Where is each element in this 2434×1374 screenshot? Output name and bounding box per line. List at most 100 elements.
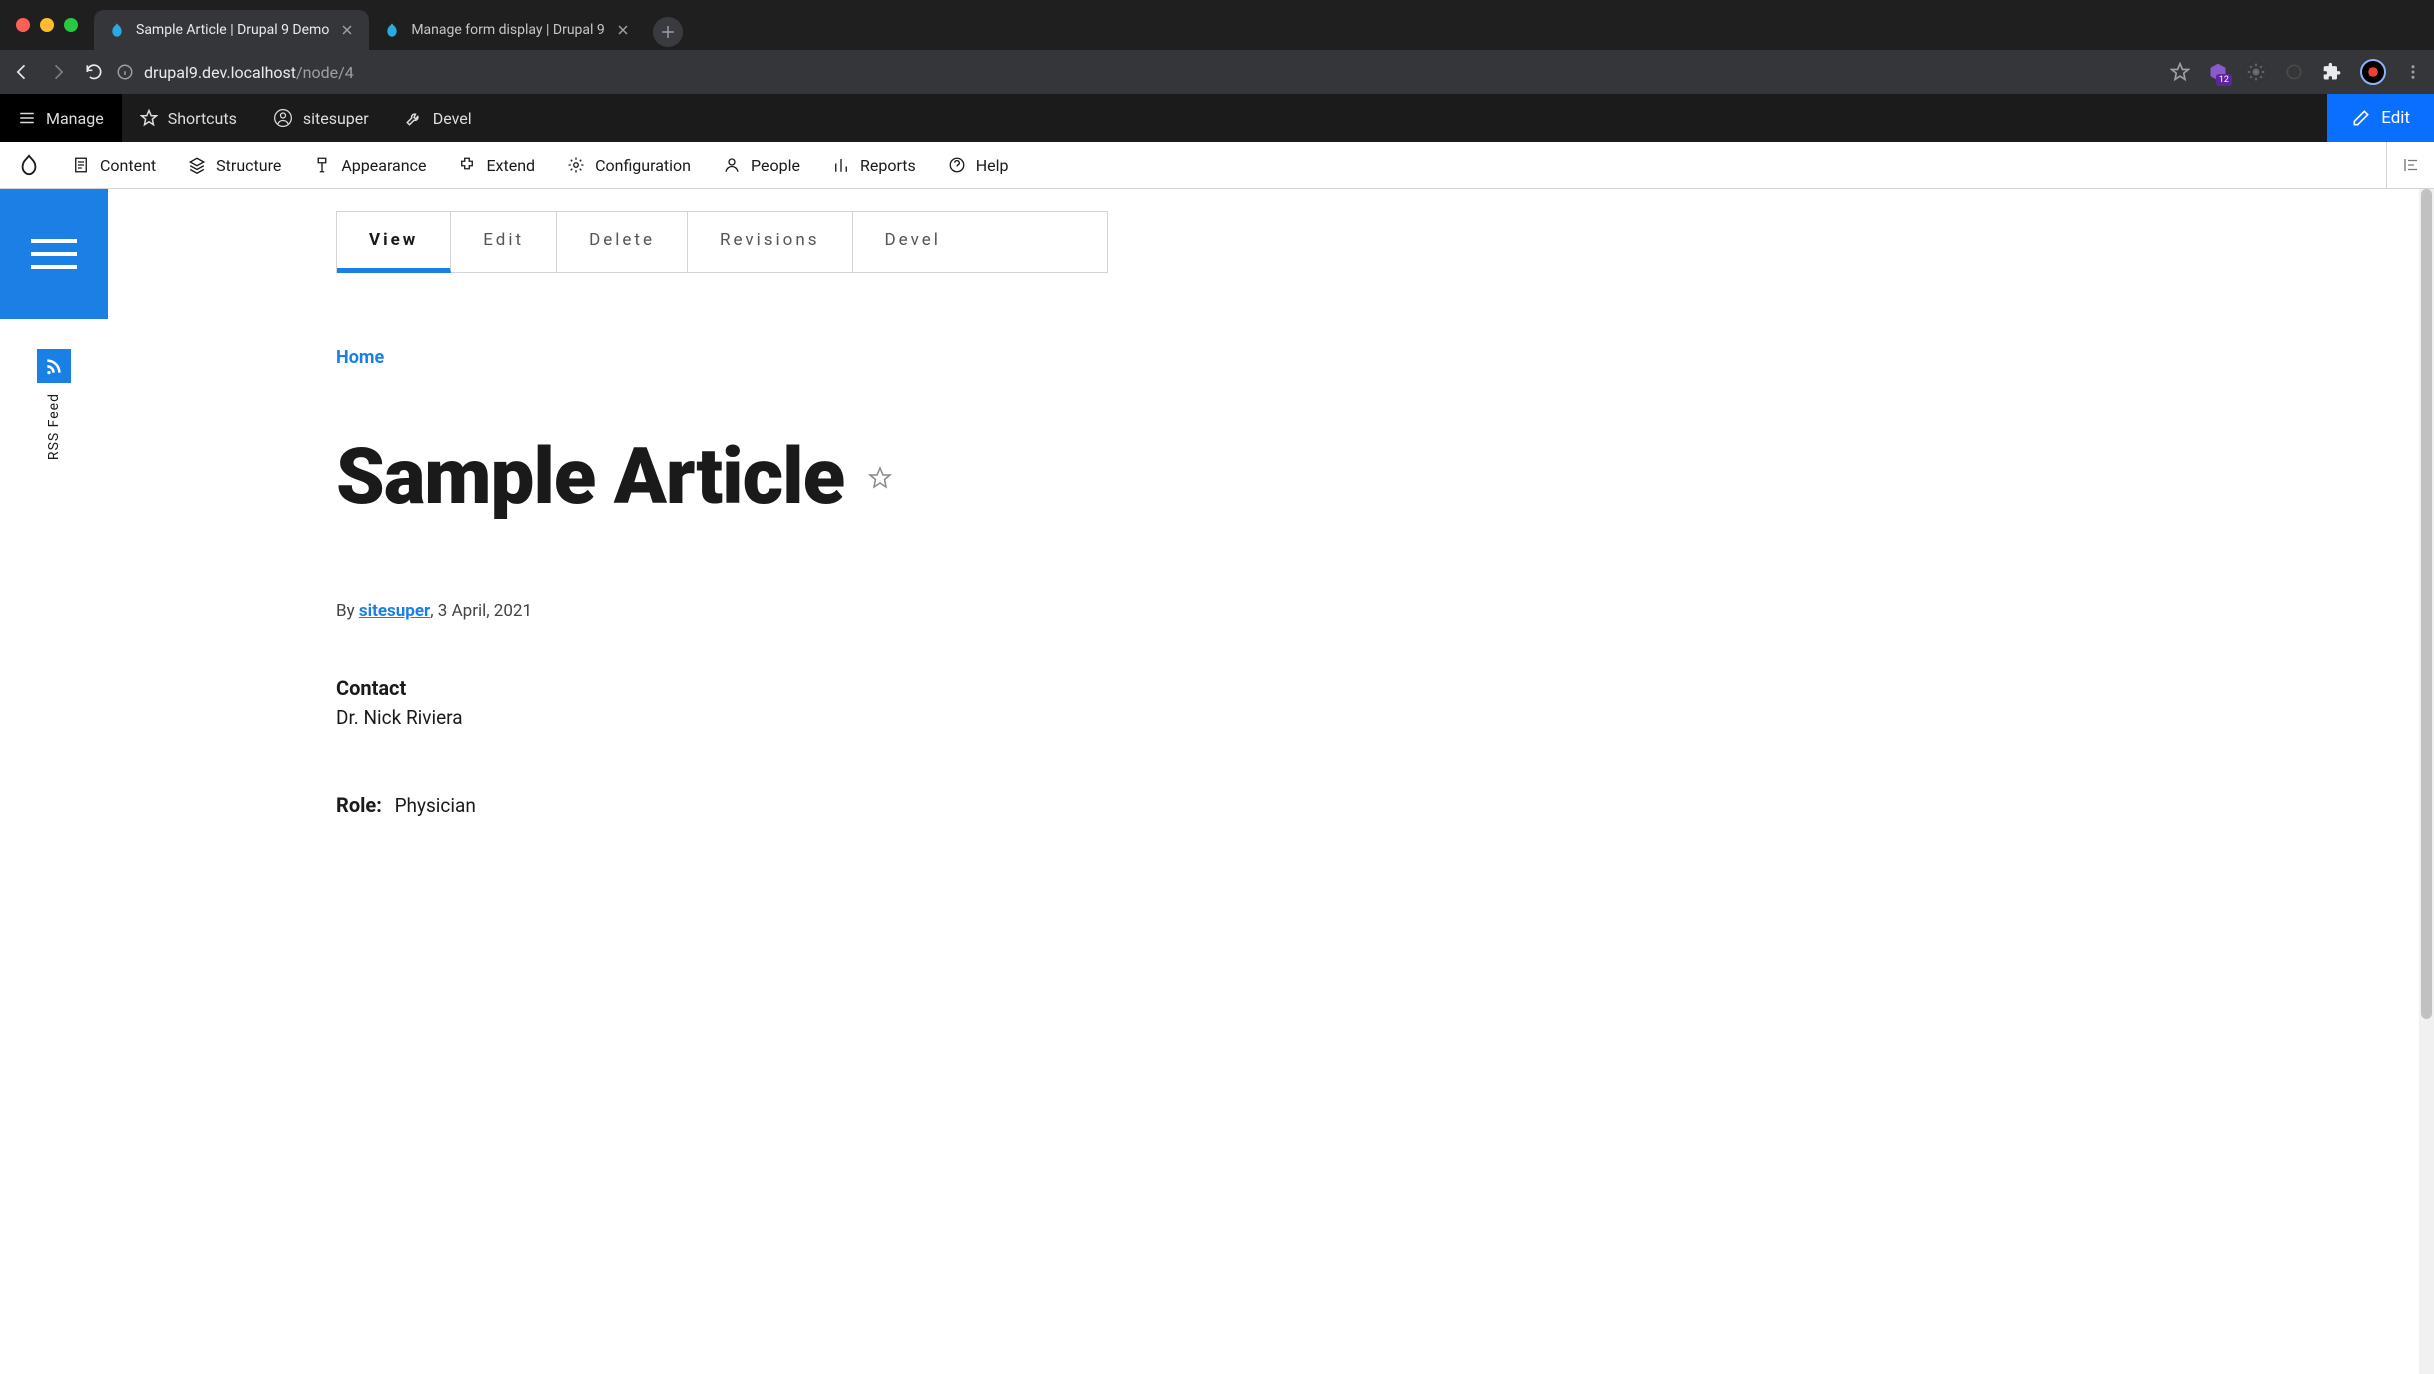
address-bar[interactable]: drupal9.dev.localhost/node/4 (116, 63, 2158, 82)
help-icon (948, 156, 966, 174)
forward-button[interactable] (48, 62, 68, 82)
admin-menu-label: Structure (216, 156, 281, 175)
toolbar-shortcuts-label: Shortcuts (168, 109, 237, 128)
window-maximize[interactable] (64, 18, 78, 32)
page-title: Sample Article (336, 432, 844, 523)
star-icon (140, 109, 158, 127)
toolbar-devel-label: Devel (433, 109, 472, 128)
rss-icon (37, 349, 71, 383)
content-tabs: View Edit Delete Revisions Devel (336, 211, 1108, 273)
site-info-icon[interactable] (116, 63, 134, 81)
url-path: /node/4 (296, 63, 354, 82)
extensions-puzzle-icon[interactable] (2322, 62, 2342, 82)
toolbar-user-label: sitesuper (303, 109, 369, 128)
admin-menu: Content Structure Appearance Extend Conf… (0, 142, 2434, 189)
edit-button-label: Edit (2381, 108, 2410, 128)
scrollbar-thumb[interactable] (2421, 189, 2432, 1019)
field-role: Role: Physician (336, 793, 1108, 817)
byline-prefix: By (336, 601, 359, 621)
pencil-icon (2351, 108, 2371, 128)
person-icon (723, 156, 741, 174)
extension-icon-3[interactable] (2284, 62, 2304, 82)
browser-toolbar: drupal9.dev.localhost/node/4 (0, 50, 2434, 94)
reload-button[interactable] (84, 62, 104, 82)
rss-feed-link[interactable]: RSS Feed (37, 349, 71, 460)
field-label: Contact (336, 676, 1108, 700)
drupal-icon (383, 21, 401, 39)
bookmark-star-icon[interactable] (2170, 62, 2190, 82)
url-host: drupal9.dev.localhost (144, 63, 296, 82)
toolbar-manage-label: Manage (46, 109, 104, 128)
back-button[interactable] (12, 62, 32, 82)
tab-edit[interactable]: Edit (451, 212, 557, 272)
byline-date: , 3 April, 2021 (430, 601, 532, 621)
admin-menu-help[interactable]: Help (948, 156, 1009, 175)
user-icon (273, 108, 293, 128)
byline-author-link[interactable]: sitesuper (359, 601, 430, 621)
tab-revisions[interactable]: Revisions (688, 212, 853, 272)
admin-menu-label: Help (976, 156, 1009, 175)
browser-menu-icon[interactable] (2404, 63, 2422, 81)
admin-menu-label: Extend (486, 156, 535, 175)
browser-tab-strip: Sample Article | Drupal 9 Demo Manage fo… (0, 0, 2434, 50)
sidebar-menu-toggle[interactable] (0, 189, 108, 319)
hamburger-icon (18, 109, 36, 127)
field-value: Physician (395, 794, 476, 817)
gear-icon (567, 156, 585, 174)
layers-icon (188, 156, 206, 174)
tab-title: Manage form display | Drupal 9 (411, 22, 604, 38)
tab-view[interactable]: View (337, 212, 451, 273)
drupal-home-icon[interactable] (18, 154, 40, 176)
admin-menu-label: People (751, 156, 800, 175)
admin-menu-label: Reports (860, 156, 916, 175)
toolbar-user[interactable]: sitesuper (255, 94, 387, 142)
field-value: Dr. Nick Riviera (336, 706, 1108, 729)
admin-menu-reports[interactable]: Reports (832, 156, 916, 175)
toolbar-shortcuts[interactable]: Shortcuts (122, 94, 255, 142)
window-close[interactable] (16, 18, 30, 32)
edit-button[interactable]: Edit (2327, 94, 2434, 142)
close-icon[interactable] (615, 22, 631, 38)
admin-menu-people[interactable]: People (723, 156, 800, 175)
admin-menu-structure[interactable]: Structure (188, 156, 281, 175)
field-contact: Contact Dr. Nick Riviera (336, 676, 1108, 729)
new-tab-button[interactable] (653, 17, 683, 47)
favorite-star-icon[interactable] (868, 466, 892, 490)
hamburger-icon (31, 239, 77, 269)
profile-avatar[interactable] (2360, 59, 2386, 85)
field-label: Role: (336, 793, 382, 817)
admin-menu-label: Configuration (595, 156, 691, 175)
paint-icon (313, 156, 331, 174)
document-icon (72, 156, 90, 174)
admin-menu-label: Appearance (341, 156, 426, 175)
tab-devel[interactable]: Devel (853, 212, 973, 272)
browser-tab-1[interactable]: Sample Article | Drupal 9 Demo (94, 10, 369, 50)
breadcrumb-home[interactable]: Home (336, 347, 1108, 368)
window-minimize[interactable] (40, 18, 54, 32)
extension-icon-2[interactable] (2246, 62, 2266, 82)
admin-menu-configuration[interactable]: Configuration (567, 156, 691, 175)
toolbar-manage[interactable]: Manage (0, 94, 122, 142)
extension-icon[interactable] (2208, 62, 2228, 82)
browser-tab-2[interactable]: Manage form display | Drupal 9 (369, 10, 644, 50)
puzzle-icon (458, 156, 476, 174)
left-sidebar: RSS Feed (0, 189, 108, 1374)
tab-delete[interactable]: Delete (557, 212, 688, 272)
wrench-icon (405, 109, 423, 127)
drupal-toolbar: Manage Shortcuts sitesuper Devel Edit (0, 94, 2434, 142)
scrollbar[interactable] (2419, 189, 2434, 1374)
toolbar-devel[interactable]: Devel (387, 94, 490, 142)
admin-menu-orientation-toggle[interactable] (2386, 142, 2434, 188)
drupal-icon (108, 21, 126, 39)
window-controls (0, 18, 94, 32)
admin-menu-label: Content (100, 156, 156, 175)
admin-menu-appearance[interactable]: Appearance (313, 156, 426, 175)
tab-title: Sample Article | Drupal 9 Demo (136, 22, 329, 38)
chart-icon (832, 156, 850, 174)
admin-menu-extend[interactable]: Extend (458, 156, 535, 175)
rss-label: RSS Feed (46, 393, 62, 460)
close-icon[interactable] (339, 22, 355, 38)
byline: By sitesuper, 3 April, 2021 (336, 601, 1108, 621)
admin-menu-content[interactable]: Content (72, 156, 156, 175)
main-content: View Edit Delete Revisions Devel Home Sa… (108, 189, 1108, 1374)
